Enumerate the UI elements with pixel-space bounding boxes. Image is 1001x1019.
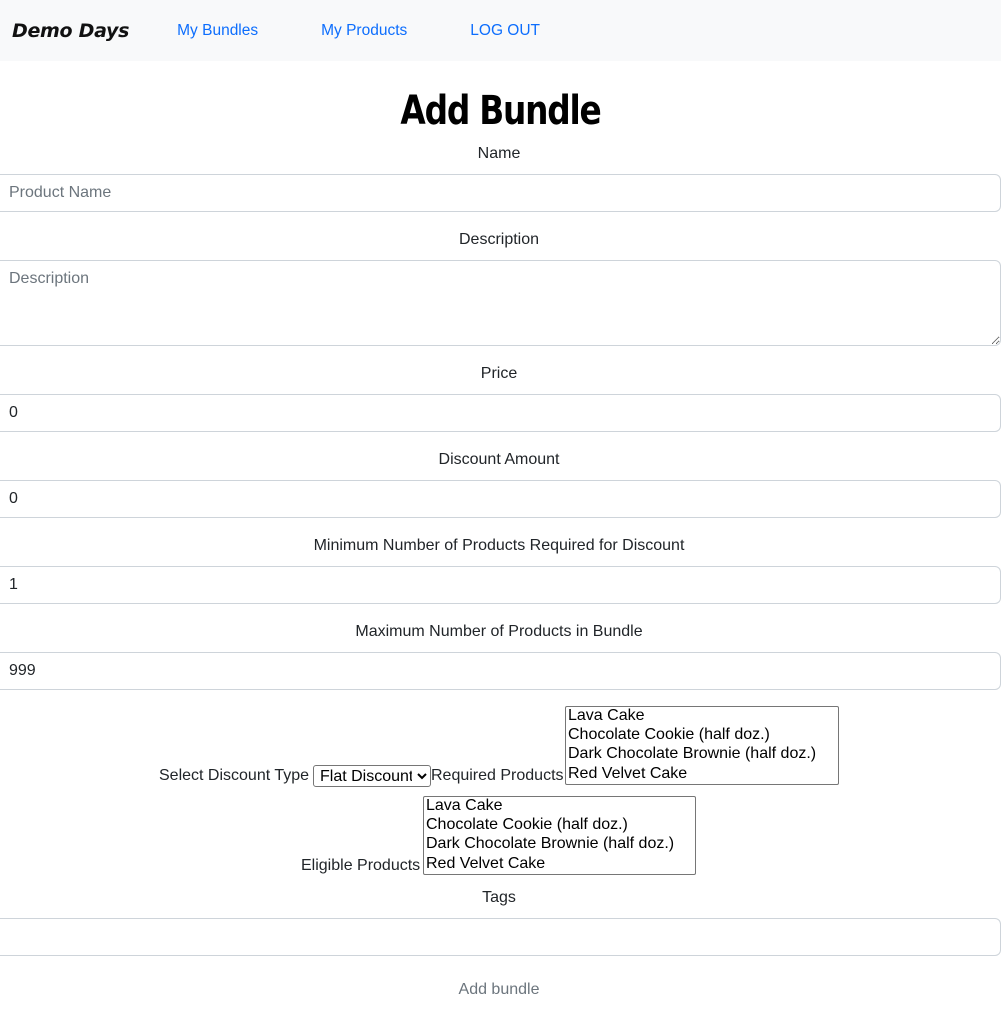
required-product-option[interactable]: Red Velvet Cake bbox=[566, 765, 838, 784]
price-input[interactable] bbox=[0, 394, 1001, 432]
tags-input[interactable] bbox=[0, 918, 1001, 956]
min-products-input[interactable] bbox=[0, 566, 1001, 604]
discount-type-label: Select Discount Type bbox=[159, 767, 310, 784]
discount-amount-label: Discount Amount bbox=[438, 451, 560, 468]
eligible-product-option[interactable]: Dark Chocolate Brownie (half doz.) bbox=[424, 835, 695, 854]
max-products-input[interactable] bbox=[0, 652, 1001, 690]
price-label: Price bbox=[480, 365, 518, 382]
required-products-select[interactable]: Lava Cake Chocolate Cookie (half doz.) D… bbox=[565, 706, 839, 785]
navbar: Demo Days My Bundles My Products LOG OUT bbox=[0, 0, 1001, 61]
max-products-label: Maximum Number of Products in Bundle bbox=[355, 623, 643, 640]
brand-logo[interactable]: Demo Days bbox=[12, 20, 129, 42]
eligible-product-option[interactable]: Lava Cake bbox=[424, 797, 695, 816]
tags-label: Tags bbox=[482, 889, 516, 906]
required-products-label: Required Products bbox=[431, 767, 564, 784]
name-label: Name bbox=[477, 145, 521, 162]
nav-my-products[interactable]: My Products bbox=[321, 22, 407, 40]
name-input[interactable] bbox=[0, 174, 1001, 212]
nav-log-out[interactable]: LOG OUT bbox=[470, 22, 540, 40]
required-product-option[interactable]: Lava Cake bbox=[566, 707, 838, 726]
required-product-option[interactable]: Dark Chocolate Brownie (half doz.) bbox=[566, 745, 838, 764]
page-title: Add Bundle bbox=[400, 88, 601, 134]
description-textarea[interactable] bbox=[0, 260, 1001, 346]
eligible-product-option[interactable]: Chocolate Cookie (half doz.) bbox=[424, 816, 695, 835]
eligible-products-label: Eligible Products bbox=[301, 857, 421, 874]
eligible-products-select[interactable]: Lava Cake Chocolate Cookie (half doz.) D… bbox=[423, 796, 696, 875]
nav-my-bundles[interactable]: My Bundles bbox=[177, 22, 258, 40]
description-label: Description bbox=[458, 231, 540, 248]
discount-type-select[interactable]: Flat Discount bbox=[313, 765, 431, 787]
eligible-product-option[interactable]: Red Velvet Cake bbox=[424, 855, 695, 874]
discount-amount-input[interactable] bbox=[0, 480, 1001, 518]
required-product-option[interactable]: Chocolate Cookie (half doz.) bbox=[566, 726, 838, 745]
add-bundle-button[interactable]: Add bundle bbox=[0, 980, 998, 1000]
min-products-label: Minimum Number of Products Required for … bbox=[313, 537, 685, 554]
